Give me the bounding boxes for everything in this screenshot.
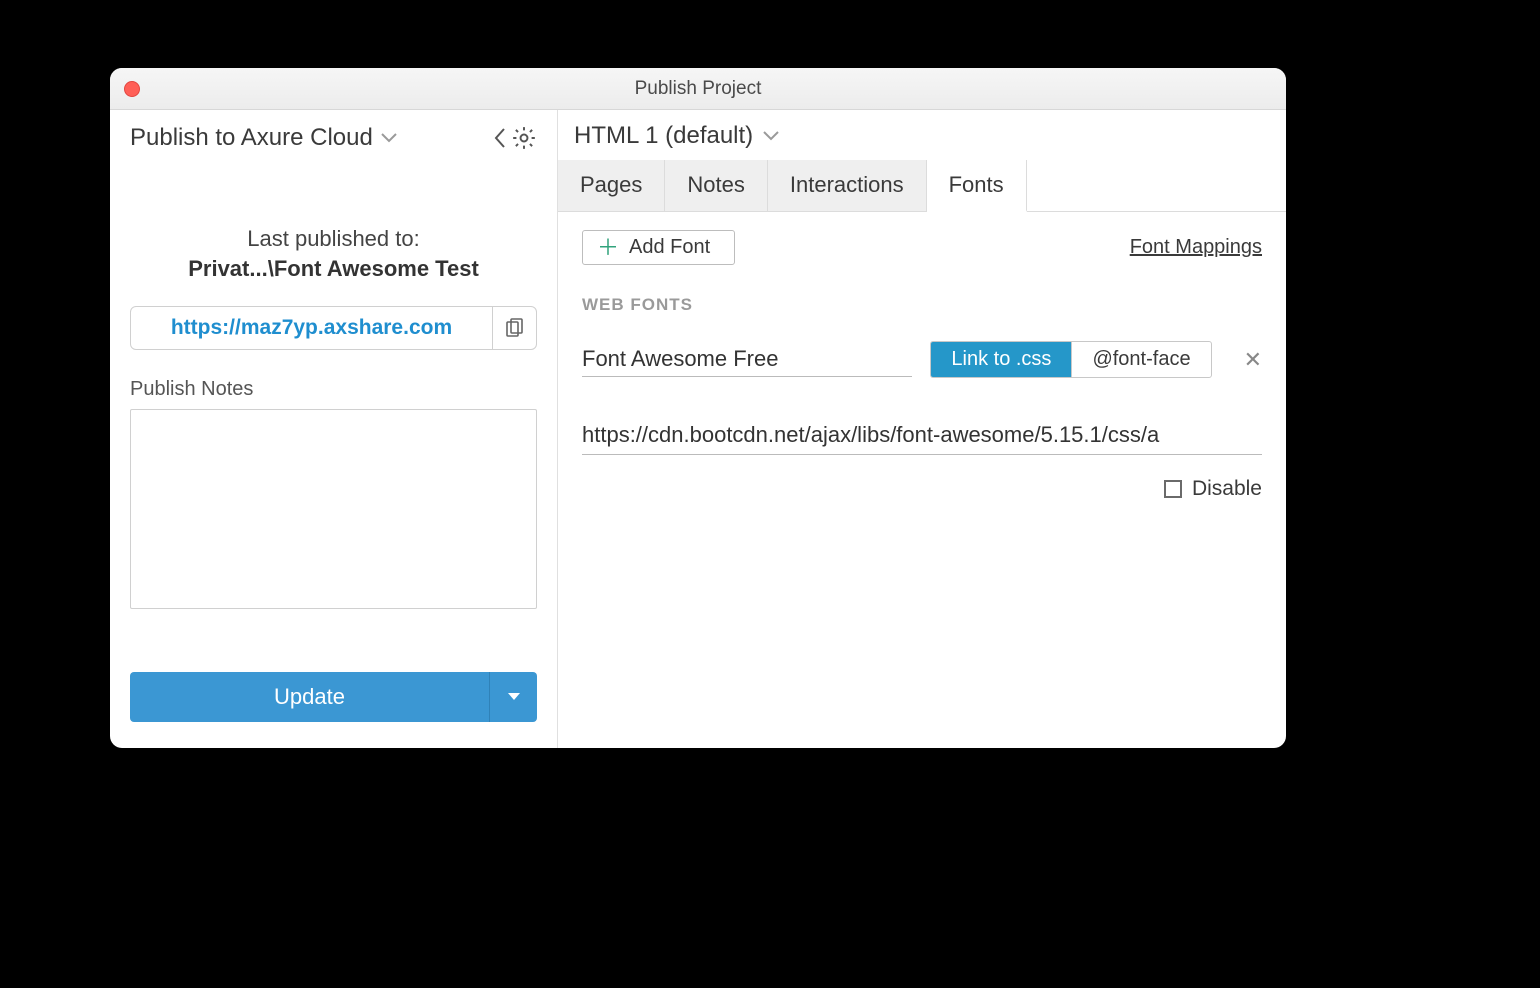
share-url-link[interactable]: https://maz7yp.axshare.com [131, 307, 492, 349]
tab-interactions[interactable]: Interactions [768, 160, 927, 211]
web-fonts-section-label: WEB FONTS [582, 295, 1262, 315]
update-dropdown-button[interactable] [489, 672, 537, 722]
caret-down-icon [507, 692, 521, 702]
update-button[interactable]: Update [130, 672, 489, 722]
copy-url-button[interactable] [492, 307, 536, 349]
share-url-row: https://maz7yp.axshare.com [130, 306, 537, 350]
config-tabs: Pages Notes Interactions Fonts [558, 160, 1286, 212]
publish-target-label: Publish to Axure Cloud [130, 124, 373, 152]
gear-icon[interactable] [511, 125, 537, 151]
update-button-group: Update [130, 672, 537, 722]
publish-project-window: Publish Project Publish to Axure Cloud [110, 68, 1286, 748]
tab-pages[interactable]: Pages [558, 160, 665, 211]
add-font-button[interactable]: ＋ Add Font [582, 230, 735, 265]
remove-font-button[interactable]: ✕ [1244, 349, 1262, 371]
dialog-body: Publish to Axure Cloud Last published to… [110, 110, 1286, 748]
html-config-dropdown[interactable]: HTML 1 (default) [558, 110, 1286, 160]
right-panel: HTML 1 (default) Pages Notes Interaction… [558, 110, 1286, 748]
font-name-input[interactable] [582, 342, 912, 377]
font-mappings-link[interactable]: Font Mappings [1130, 236, 1262, 259]
web-font-row: Link to .css @font-face ✕ [582, 341, 1262, 378]
copy-icon [506, 318, 524, 338]
last-published-label: Last published to: [130, 226, 537, 252]
close-icon: ✕ [1244, 347, 1262, 372]
disable-font-checkbox[interactable] [1164, 480, 1182, 498]
tab-label: Pages [580, 172, 642, 197]
publish-notes-label: Publish Notes [130, 378, 537, 401]
window-controls [124, 81, 140, 97]
html-config-label: HTML 1 (default) [574, 122, 753, 150]
publish-notes-input[interactable] [130, 409, 537, 609]
tab-notes[interactable]: Notes [665, 160, 767, 211]
left-panel: Publish to Axure Cloud Last published to… [110, 110, 558, 748]
font-mode-font-face[interactable]: @font-face [1071, 342, 1210, 377]
tab-label: Notes [687, 172, 744, 197]
close-window-icon[interactable] [124, 81, 140, 97]
update-button-label: Update [274, 684, 345, 710]
plus-icon: ＋ [597, 237, 619, 259]
chevron-down-icon [381, 133, 397, 143]
tab-label: Fonts [949, 172, 1004, 197]
publish-target-dropdown[interactable]: Publish to Axure Cloud [130, 124, 397, 152]
window-title: Publish Project [635, 78, 762, 100]
project-name: Privat...\Font Awesome Test [130, 256, 537, 282]
add-font-label: Add Font [629, 236, 710, 259]
segment-label: @font-face [1092, 348, 1190, 370]
font-mode-segmented: Link to .css @font-face [930, 341, 1211, 378]
left-header: Publish to Axure Cloud [110, 110, 557, 166]
tab-fonts[interactable]: Fonts [927, 160, 1027, 212]
font-mode-link-css[interactable]: Link to .css [931, 342, 1071, 377]
font-css-url-input[interactable] [582, 416, 1262, 455]
segment-label: Link to .css [951, 348, 1051, 370]
back-icon[interactable] [493, 127, 507, 149]
disable-font-label: Disable [1192, 477, 1262, 501]
titlebar: Publish Project [110, 68, 1286, 110]
tab-label: Interactions [790, 172, 904, 197]
chevron-down-icon [763, 131, 779, 141]
